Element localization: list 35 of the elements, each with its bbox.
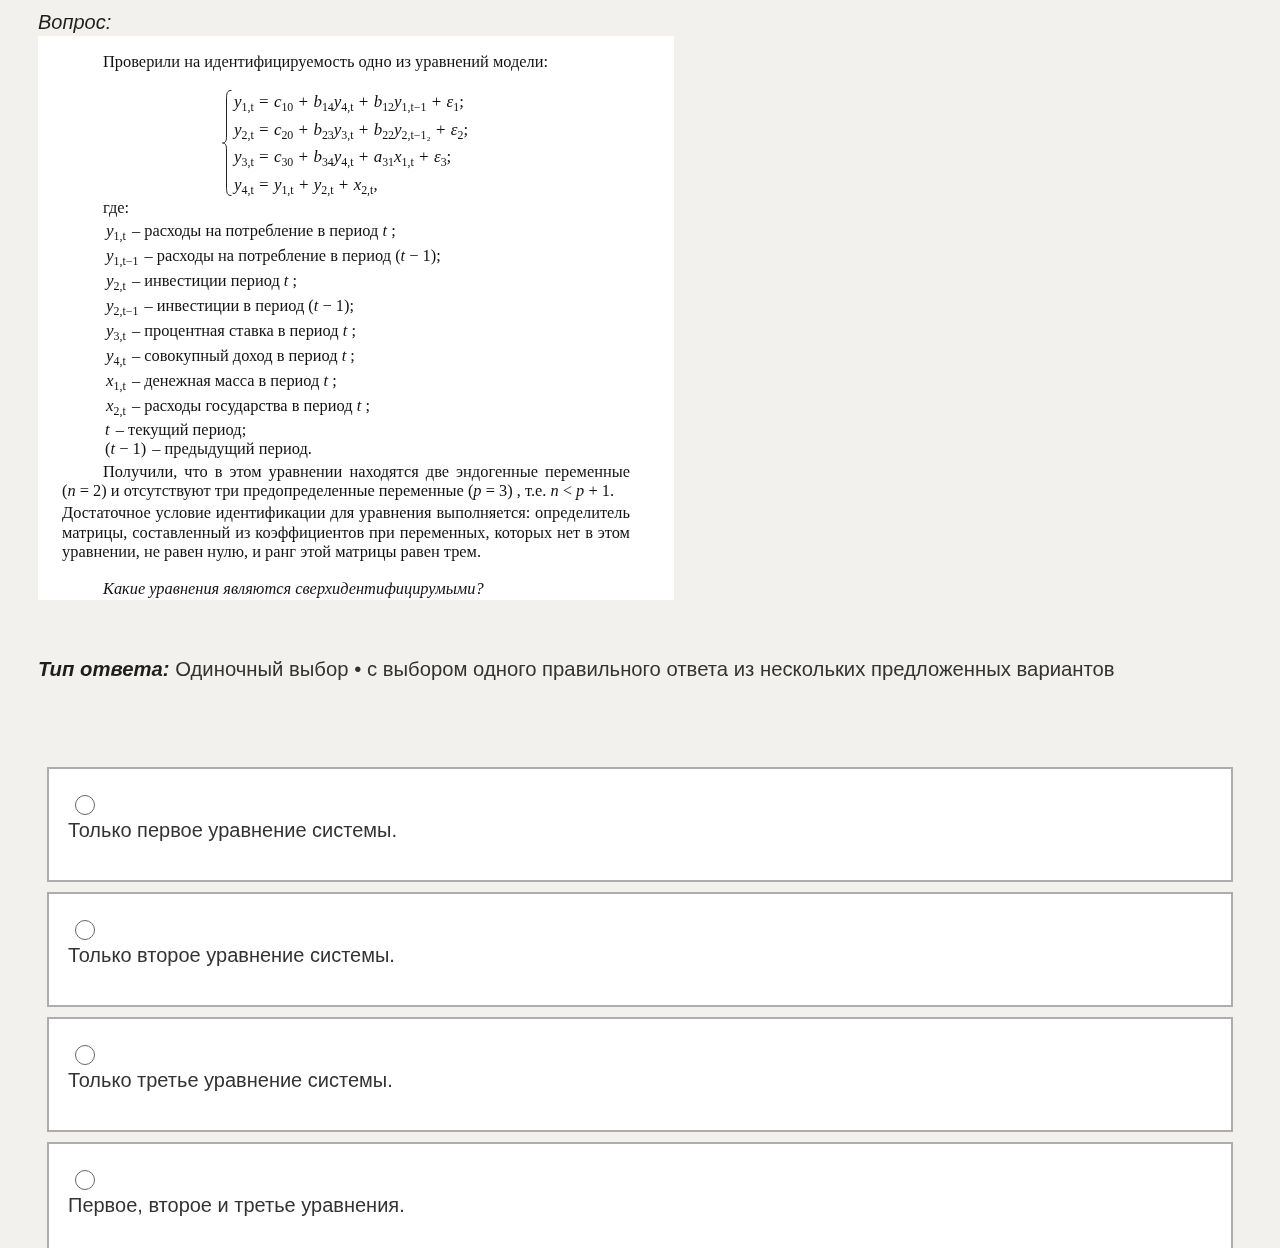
option-label: Только второе уравнение системы. xyxy=(68,943,395,967)
definition-line: (t − 1) – предыдущий период. xyxy=(105,439,312,458)
definition-line: y$_{2,t}$ – инвестиции период t ; xyxy=(106,270,298,293)
definition-line: t – текущий период; xyxy=(105,420,247,439)
definition-line: y$_{2,t−1}$ – инвестиции в период (t − 1); xyxy=(106,295,354,318)
definition-line: y$_{3,t}$ – процентная ставка в период t ; xyxy=(106,320,356,343)
radio-button[interactable] xyxy=(75,1045,95,1065)
answer-option[interactable]: Только третье уравнение системы. xyxy=(47,1017,1233,1132)
definition-line: y$_{1,t−1}$ – расходы на потребление в период (t − 1); xyxy=(106,245,441,268)
definition-line: y$_{1,t}$ – расходы на потребление в период t ; xyxy=(106,220,396,243)
curly-brace-icon xyxy=(222,90,232,196)
definition-line: y$_{4,t}$ – совокупный доход в период t ; xyxy=(106,345,355,368)
definition-line: x$_{2,t}$ – расходы государства в период t ; xyxy=(106,395,370,418)
option-label: Первое, второе и третье уравнения. xyxy=(68,1193,405,1217)
where-label: где: xyxy=(103,198,130,218)
option-label: Только первое уравнение системы. xyxy=(68,818,397,842)
equation-line: y$_{4,t}$ = y$_{1,t}$ + y$_{2,t}$ + x$_{2,t}$, xyxy=(234,173,378,198)
equation-line: y$_{3,t}$ = c$_{30}$ + b$_{34}$y$_{4,t}$ + a$_{31}$x$_{1,t}$ + ε$_{3}$; xyxy=(234,146,452,171)
answer-option[interactable]: Только второе уравнение системы. xyxy=(47,892,1233,1007)
radio-button[interactable] xyxy=(75,1170,95,1190)
paragraph-text: Получили, что в этом уравнении находятся две эндогенные переменные (n = 2) и отсутствуют три предопределенные переменные (p = 3) , т.е. n < p + 1. xyxy=(62,461,630,501)
equation-line: y$_{1,t}$ = c$_{10}$ + b$_{14}$y$_{4,t}$ + b$_{12}$y$_{1,t−1}$ + ε$_{1}$; xyxy=(234,91,464,116)
answer-type-value: Одиночный выбор • с выбором одного правильного ответа из нескольких предложенных вариантов xyxy=(175,658,1115,680)
option-label: Только третье уравнение системы. xyxy=(68,1068,393,1092)
question-label: Вопрос: xyxy=(38,10,112,35)
definition-line: x$_{1,t}$ – денежная масса в период t ; xyxy=(106,370,337,393)
equation-line: y$_{2,t}$ = c$_{20}$ + b$_{23}$y$_{3,t}$ + b$_{22}$y$_{2,t−1₂}$ + ε$_{2}$; xyxy=(234,118,469,143)
radio-button[interactable] xyxy=(75,795,95,815)
question-text: Какие уравнения являются сверхидентифицирумыми? xyxy=(103,578,484,599)
answer-option[interactable]: Первое, второе и третье уравнения. xyxy=(47,1142,1233,1248)
paragraph-text: Достаточное условие идентификации для уравнения выполняется: определитель матрицы, составленный из коэффициентов при переменных, которых нет в этом уравнении, не равен нулю, и ранг этой матрицы равен трем. xyxy=(62,503,630,562)
intro-text: Проверили на идентифицируемость одно из уравнений модели: xyxy=(103,52,549,72)
answer-type-label: Тип ответа: xyxy=(38,658,170,680)
answer-option[interactable]: Только первое уравнение системы. xyxy=(47,767,1233,882)
radio-button[interactable] xyxy=(75,920,95,940)
